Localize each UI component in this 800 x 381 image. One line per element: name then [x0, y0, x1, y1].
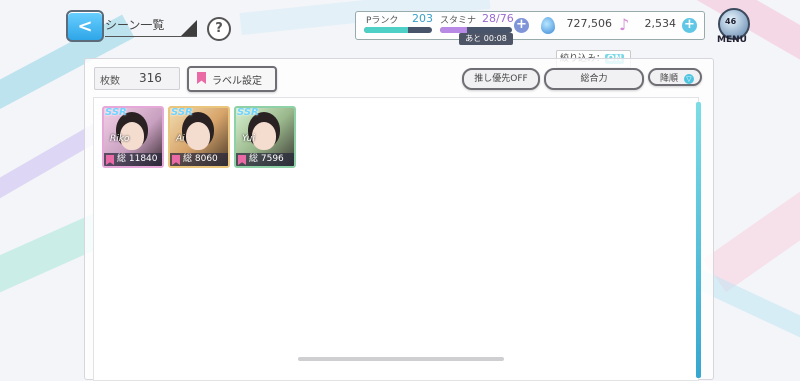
question-icon: ?	[215, 21, 223, 36]
sort-order-text: 降順	[660, 74, 679, 84]
character-portrait	[186, 122, 210, 150]
oshi-priority-toggle[interactable]: 推し優先OFF	[462, 68, 540, 90]
plus-icon: +	[684, 17, 695, 32]
menu-button[interactable]: 46 MENU	[714, 8, 750, 45]
scene-card[interactable]: SSR Yui 総 7596	[234, 106, 296, 168]
stamina-value: 28/76	[482, 12, 514, 25]
card-signature: Ai	[176, 134, 185, 144]
horizontal-scrollbar[interactable]	[298, 357, 504, 361]
status-bar: Pランク 203 スタミナ 28/76 あと 00:08 + 727,506 ♪…	[355, 11, 705, 45]
scene-list-panel: 枚数 316 ラベル設定 推し優先OFF 総合力 降順 ▽ SSR Riko 総…	[84, 58, 714, 381]
menu-label: MENU	[717, 35, 747, 45]
rank-progress-bar	[364, 27, 432, 33]
back-button[interactable]: <	[66, 10, 104, 42]
scene-card[interactable]: SSR Riko 総 11840	[102, 106, 164, 168]
stamina-recover-button[interactable]: +	[514, 18, 529, 33]
page-title-text: シーン一覧	[105, 18, 165, 32]
bg-stripe	[702, 167, 800, 293]
back-arrow-icon: <	[77, 15, 93, 37]
scene-card[interactable]: SSR Ai 総 8060	[168, 106, 230, 168]
card-signature: Riko	[110, 134, 130, 144]
bookmark-icon	[197, 72, 206, 84]
card-signature: Yui	[242, 134, 255, 144]
sort-key-button[interactable]: 総合力	[544, 68, 644, 90]
label-settings-button[interactable]: ラベル設定	[187, 66, 277, 92]
oshi-priority-text: 推し優先OFF	[474, 74, 528, 84]
count-label: 枚数	[100, 76, 120, 87]
sort-order-button[interactable]: 降順 ▽	[648, 68, 702, 86]
stone-count: 727,506	[566, 17, 613, 30]
title-corner-decoration	[181, 20, 197, 36]
rank-label: Pランク	[366, 16, 399, 26]
plus-icon: +	[516, 17, 527, 32]
rarity-badge: SSR	[105, 107, 127, 118]
page-title: シーン一覧	[105, 16, 197, 37]
stone-drop-icon	[541, 17, 555, 34]
coin-add-button[interactable]: +	[682, 18, 697, 33]
rank-progress-fill	[364, 27, 409, 33]
rarity-badge: SSR	[237, 107, 259, 118]
coin-note-icon: ♪	[619, 15, 630, 34]
rarity-badge: SSR	[171, 107, 193, 118]
help-button[interactable]: ?	[207, 17, 231, 41]
card-count-box: 枚数 316	[94, 67, 180, 90]
count-value: 316	[139, 71, 162, 85]
chevron-down-icon: ▽	[684, 74, 694, 84]
card-grid[interactable]: SSR Riko 総 11840 SSR Ai 総 8060 SSR Yui 総…	[93, 97, 701, 381]
menu-badge: 46	[725, 17, 737, 26]
stamina-label: スタミナ	[440, 16, 477, 26]
character-portrait	[252, 122, 276, 150]
label-settings-text: ラベル設定	[212, 76, 262, 87]
coin-count: 2,534	[644, 17, 677, 30]
vertical-scrollbar[interactable]	[696, 102, 701, 378]
sort-key-text: 総合力	[580, 74, 608, 84]
stamina-timer: あと 00:08	[459, 33, 513, 45]
rank-value: 203	[412, 12, 433, 25]
